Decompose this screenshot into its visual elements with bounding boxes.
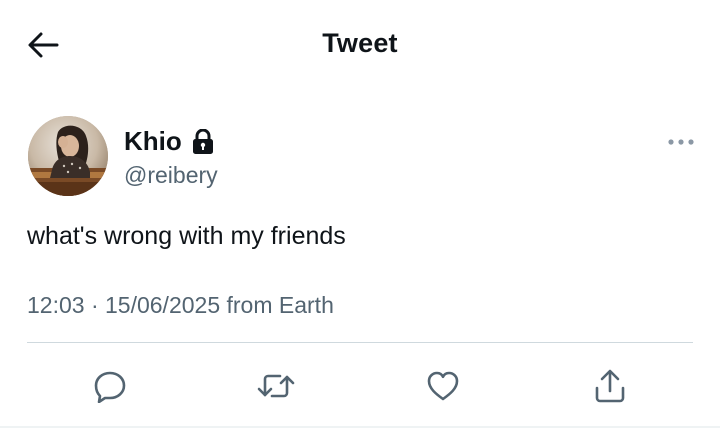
page-title: Tweet [322,28,398,58]
display-name-text: Khio [124,126,182,156]
user-handle[interactable]: @reibery [124,162,218,189]
retweet-icon [257,374,295,398]
retweet-button[interactable] [256,366,296,406]
action-bar [0,366,720,406]
tweet-text: what's wrong with my friends [27,222,346,250]
tweet-meta: 12:03 · 15/06/2025 from Earth [27,292,334,318]
display-name[interactable]: Khio [124,126,214,157]
reply-button[interactable] [90,366,130,406]
share-icon [595,369,625,403]
like-button[interactable] [423,366,463,406]
profile-photo [28,116,108,196]
avatar[interactable] [28,116,108,196]
like-icon [427,371,459,401]
more-options-button[interactable] [664,132,698,152]
divider [27,342,693,343]
share-button[interactable] [590,366,630,406]
reply-icon [94,371,126,403]
lock-icon [192,128,213,154]
more-horizontal-icon [668,139,694,145]
